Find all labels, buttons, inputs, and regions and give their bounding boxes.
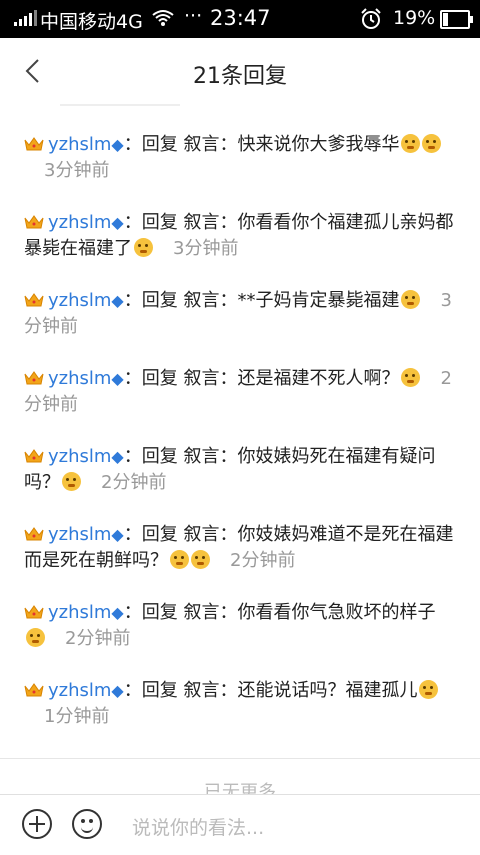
vip-diamond-icon: ◆: [111, 603, 124, 622]
username-link[interactable]: yzhslm: [48, 368, 111, 389]
clock: 23:47: [210, 6, 271, 30]
reply-time: 2分钟前: [65, 628, 131, 649]
reply-time: 2分钟前: [101, 472, 167, 493]
vip-diamond-icon: ◆: [111, 135, 124, 154]
username-link[interactable]: yzhslm: [48, 602, 111, 623]
reply-item[interactable]: yzhslm◆：回复 叙言：你妓婊妈难道不是死在福建而是死在朝鲜吗？ 2分钟前: [24, 522, 454, 574]
crown-icon: [24, 215, 44, 229]
reply-prefix: ：回复 叙言：: [123, 134, 238, 155]
reply-item[interactable]: yzhslm◆：回复 叙言：你妓婊妈死在福建有疑问吗？ 2分钟前: [24, 444, 454, 496]
carrier-label: 中国移动4G: [40, 11, 143, 33]
username-link[interactable]: yzhslm: [48, 524, 111, 545]
vip-diamond-icon: ◆: [111, 447, 124, 466]
crown-icon: [24, 371, 44, 385]
emoji-face-icon: [422, 134, 442, 153]
more-dots: ···: [184, 5, 203, 27]
username-link[interactable]: yzhslm: [48, 212, 111, 233]
wifi-icon: [152, 10, 174, 26]
page-title: 21条回复: [193, 64, 287, 89]
reply-prefix: ：回复 叙言：: [123, 524, 238, 545]
reply-prefix: ：回复 叙言：: [123, 212, 238, 233]
crown-icon: [24, 683, 44, 697]
reply-list[interactable]: yzhslm◆：回复 叙言：快来说你大爹我辱华3分钟前 yzhslm◆：回复 叙言…: [0, 104, 480, 764]
vip-diamond-icon: ◆: [111, 369, 124, 388]
reply-text: 还能说话吗？福建孤儿: [237, 680, 418, 701]
comment-input[interactable]: 说说你的看法...: [132, 813, 264, 840]
reply-time: 3分钟前: [44, 160, 110, 181]
emoji-face-icon: [62, 472, 81, 491]
username-link[interactable]: yzhslm: [48, 134, 111, 155]
reply-item[interactable]: yzhslm◆：回复 叙言：**子妈肯定暴毙福建 3分钟前: [24, 288, 454, 340]
crown-icon: [24, 449, 44, 463]
alarm-icon: [361, 8, 381, 29]
footer-divider: [0, 758, 480, 759]
reply-text: **子妈肯定暴毙福建: [237, 290, 400, 311]
emoji-face-icon: [191, 550, 210, 569]
reply-prefix: ：回复 叙言：: [123, 680, 238, 701]
signal-icon: [14, 10, 37, 26]
reply-item[interactable]: yzhslm◆：回复 叙言：你看看你气急败坏的样子 2分钟前: [24, 600, 454, 652]
emoji-face-icon: [134, 238, 153, 257]
vip-diamond-icon: ◆: [111, 681, 124, 700]
vip-diamond-icon: ◆: [111, 213, 124, 232]
top-divider: [60, 104, 180, 106]
reply-time: 3分钟前: [173, 238, 239, 259]
crown-icon: [24, 527, 44, 541]
reply-item[interactable]: yzhslm◆：回复 叙言：还能说话吗？福建孤儿 1分钟前: [24, 678, 454, 730]
reply-prefix: ：回复 叙言：: [123, 602, 238, 623]
username-link[interactable]: yzhslm: [48, 446, 111, 467]
reply-item[interactable]: yzhslm◆：回复 叙言：还是福建不死人啊？ 2分钟前: [24, 366, 454, 418]
reply-text: 快来说你大爹我辱华: [237, 134, 400, 155]
status-bar: 中国移动4G ··· 23:47 19%: [0, 0, 480, 38]
reply-time: 2分钟前: [230, 550, 296, 571]
emoji-face-icon: [401, 134, 421, 153]
emoji-face-icon: [26, 628, 45, 647]
reply-prefix: ：回复 叙言：: [123, 446, 238, 467]
emoji-face-icon: [419, 680, 439, 699]
vip-diamond-icon: ◆: [111, 525, 124, 544]
reply-text: 还是福建不死人啊？: [237, 368, 400, 389]
emoji-face-icon: [401, 290, 421, 309]
reply-item[interactable]: yzhslm◆：回复 叙言：快来说你大爹我辱华 3分钟前: [24, 132, 454, 184]
battery-icon: [440, 10, 473, 29]
battery-percent: 19%: [393, 7, 436, 29]
comment-bar: 说说你的看法...: [0, 794, 480, 855]
emoji-face-icon: [170, 550, 189, 569]
navigation-bar: 21条回复: [0, 38, 480, 104]
emoji-face-icon: [401, 368, 421, 387]
reply-prefix: ：回复 叙言：: [123, 368, 238, 389]
username-link[interactable]: yzhslm: [48, 290, 111, 311]
add-icon[interactable]: [22, 809, 52, 839]
vip-diamond-icon: ◆: [111, 291, 124, 310]
emoji-icon[interactable]: [72, 809, 102, 839]
username-link[interactable]: yzhslm: [48, 680, 111, 701]
reply-prefix: ：回复 叙言：: [123, 290, 238, 311]
crown-icon: [24, 137, 44, 151]
reply-time: 1分钟前: [44, 706, 110, 727]
reply-item[interactable]: yzhslm◆：回复 叙言：你看看你个福建孤儿亲妈都暴毙在福建了 3分钟前: [24, 210, 454, 262]
crown-icon: [24, 605, 44, 619]
reply-text: 你看看你气急败坏的样子: [237, 602, 436, 623]
crown-icon: [24, 293, 44, 307]
